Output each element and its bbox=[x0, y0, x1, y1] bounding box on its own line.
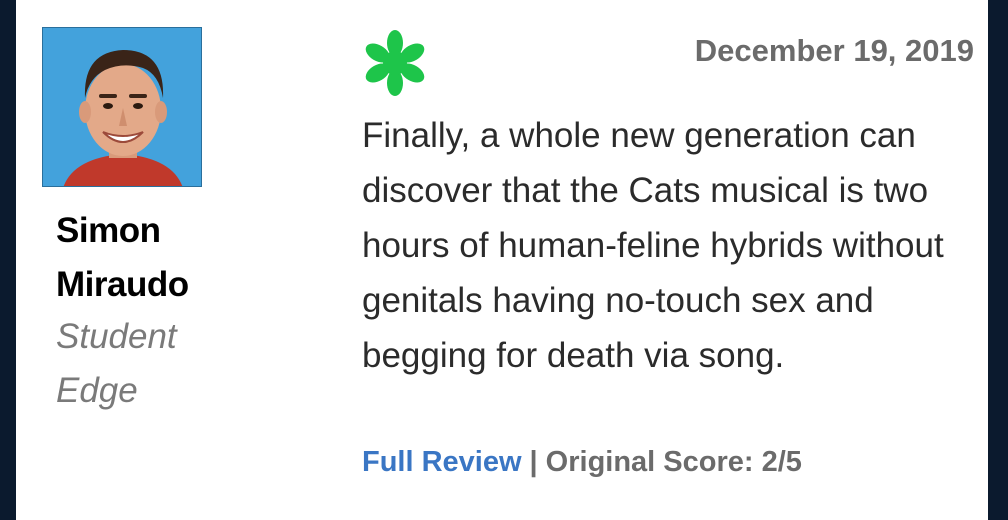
avatar-image bbox=[43, 28, 201, 186]
review-quote: Finally, a whole new generation can disc… bbox=[362, 116, 944, 375]
review-card: Simon Miraudo Student Edge December 19, … bbox=[16, 0, 988, 520]
full-review-link[interactable]: Full Review bbox=[362, 446, 522, 478]
review-footer: Full Review | Original Score: 2/5 bbox=[362, 446, 802, 479]
critic-name[interactable]: Simon Miraudo bbox=[56, 204, 216, 312]
original-score: Original Score: 2/5 bbox=[545, 446, 802, 478]
fresh-splat-icon bbox=[360, 30, 430, 96]
review-date: December 19, 2019 bbox=[694, 33, 974, 68]
critic-publication[interactable]: Student Edge bbox=[56, 310, 216, 418]
footer-separator: | bbox=[529, 446, 538, 478]
critic-avatar[interactable] bbox=[42, 27, 202, 187]
